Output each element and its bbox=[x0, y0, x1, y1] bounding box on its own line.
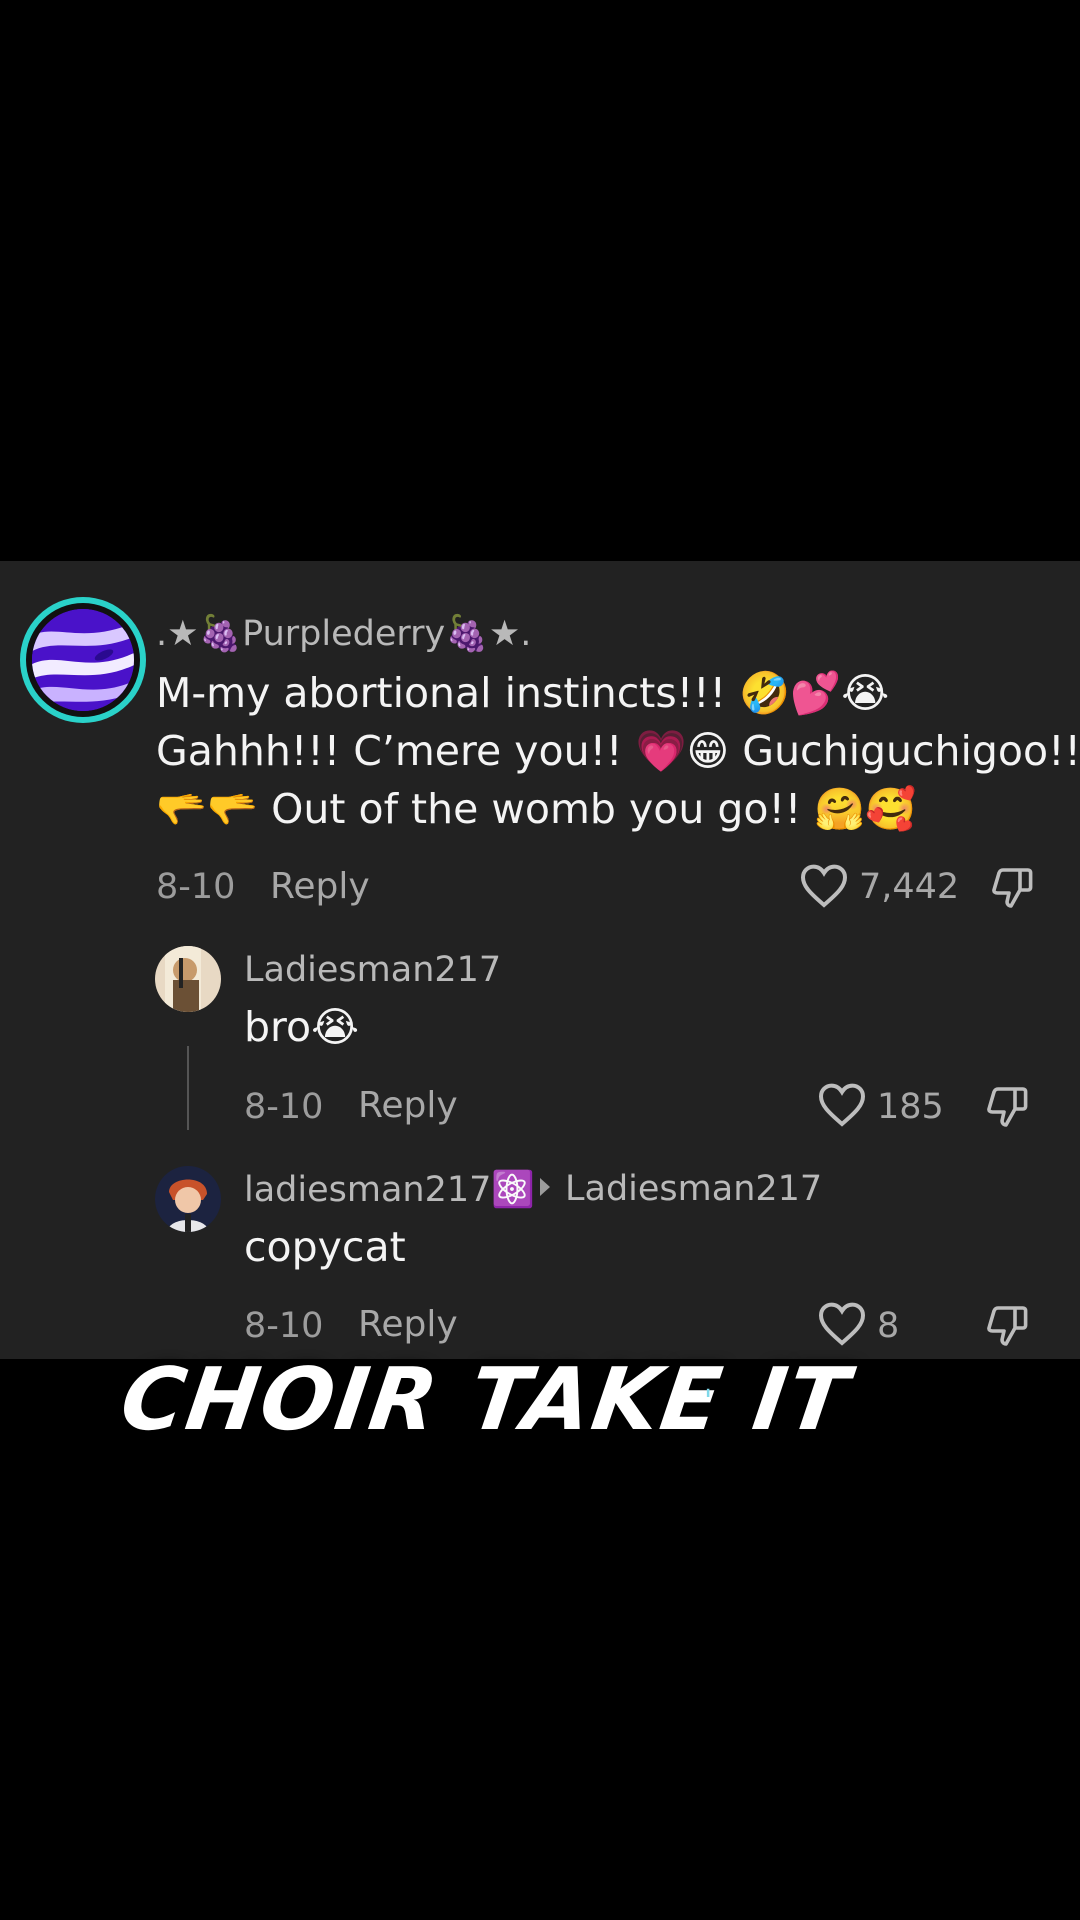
heart-outline-icon bbox=[800, 864, 848, 908]
avatar-image bbox=[32, 609, 134, 711]
triangle-right-icon bbox=[540, 1178, 550, 1196]
commenter-username[interactable]: .★🍇Purplederry🍇★. bbox=[156, 613, 531, 654]
like-button[interactable] bbox=[800, 863, 848, 909]
reply-2-like-button[interactable] bbox=[818, 1301, 866, 1347]
commenter-avatar[interactable] bbox=[20, 597, 146, 723]
reply-1-date: 8-10 bbox=[244, 1087, 324, 1127]
thumbs-down-icon bbox=[987, 1087, 1028, 1127]
reply-avatar-2[interactable] bbox=[155, 1166, 221, 1232]
reply-1-text: bro😭 bbox=[244, 1003, 359, 1051]
comment-text-line-1: M-my abortional instincts!!! 🤣💕😭 bbox=[156, 669, 890, 717]
dislike-button[interactable] bbox=[988, 864, 1036, 912]
reply-avatar-1[interactable] bbox=[155, 946, 221, 1012]
video-caption: CHOIR TAKE IT bbox=[114, 1350, 856, 1450]
comment-text-line-3: 🫳🫳 Out of the womb you go!! 🤗🥰 bbox=[156, 785, 917, 833]
heart-outline-icon bbox=[818, 1302, 866, 1346]
reply-1-dislike-button[interactable] bbox=[983, 1083, 1031, 1131]
reply-avatar-2-image bbox=[155, 1166, 221, 1232]
reply-2-text: copycat bbox=[244, 1223, 406, 1271]
thumbs-down-icon bbox=[987, 1306, 1028, 1346]
comment-text-line-2: Gahhh!!! C’mere you!! 💗😁 Guchiguchigoo!! bbox=[156, 727, 1080, 775]
reply-2-date: 8-10 bbox=[244, 1306, 324, 1346]
reply-2-reply-to[interactable]: Ladiesman217 bbox=[565, 1169, 822, 1209]
reply-2-username[interactable]: ladiesman217⚛️ bbox=[244, 1169, 535, 1210]
reply-avatar-1-image bbox=[155, 946, 221, 1012]
thread-line bbox=[187, 1046, 189, 1130]
comment-date: 8-10 bbox=[156, 867, 236, 907]
caption-tick: ' bbox=[704, 1384, 713, 1419]
like-count: 7,442 bbox=[859, 867, 960, 907]
reply-1-reply-button[interactable]: Reply bbox=[358, 1085, 458, 1126]
heart-outline-icon bbox=[818, 1083, 866, 1127]
reply-2-reply-button[interactable]: Reply bbox=[358, 1304, 458, 1345]
thumbs-down-icon bbox=[992, 868, 1033, 908]
reply-2-dislike-button[interactable] bbox=[983, 1302, 1031, 1350]
reply-1-like-count: 185 bbox=[877, 1087, 944, 1127]
reply-2-like-count: 8 bbox=[877, 1306, 900, 1346]
reply-1-like-button[interactable] bbox=[818, 1082, 866, 1128]
reply-1-username[interactable]: Ladiesman217 bbox=[244, 950, 501, 990]
reply-arrow bbox=[538, 1176, 552, 1198]
reply-button[interactable]: Reply bbox=[270, 866, 370, 907]
